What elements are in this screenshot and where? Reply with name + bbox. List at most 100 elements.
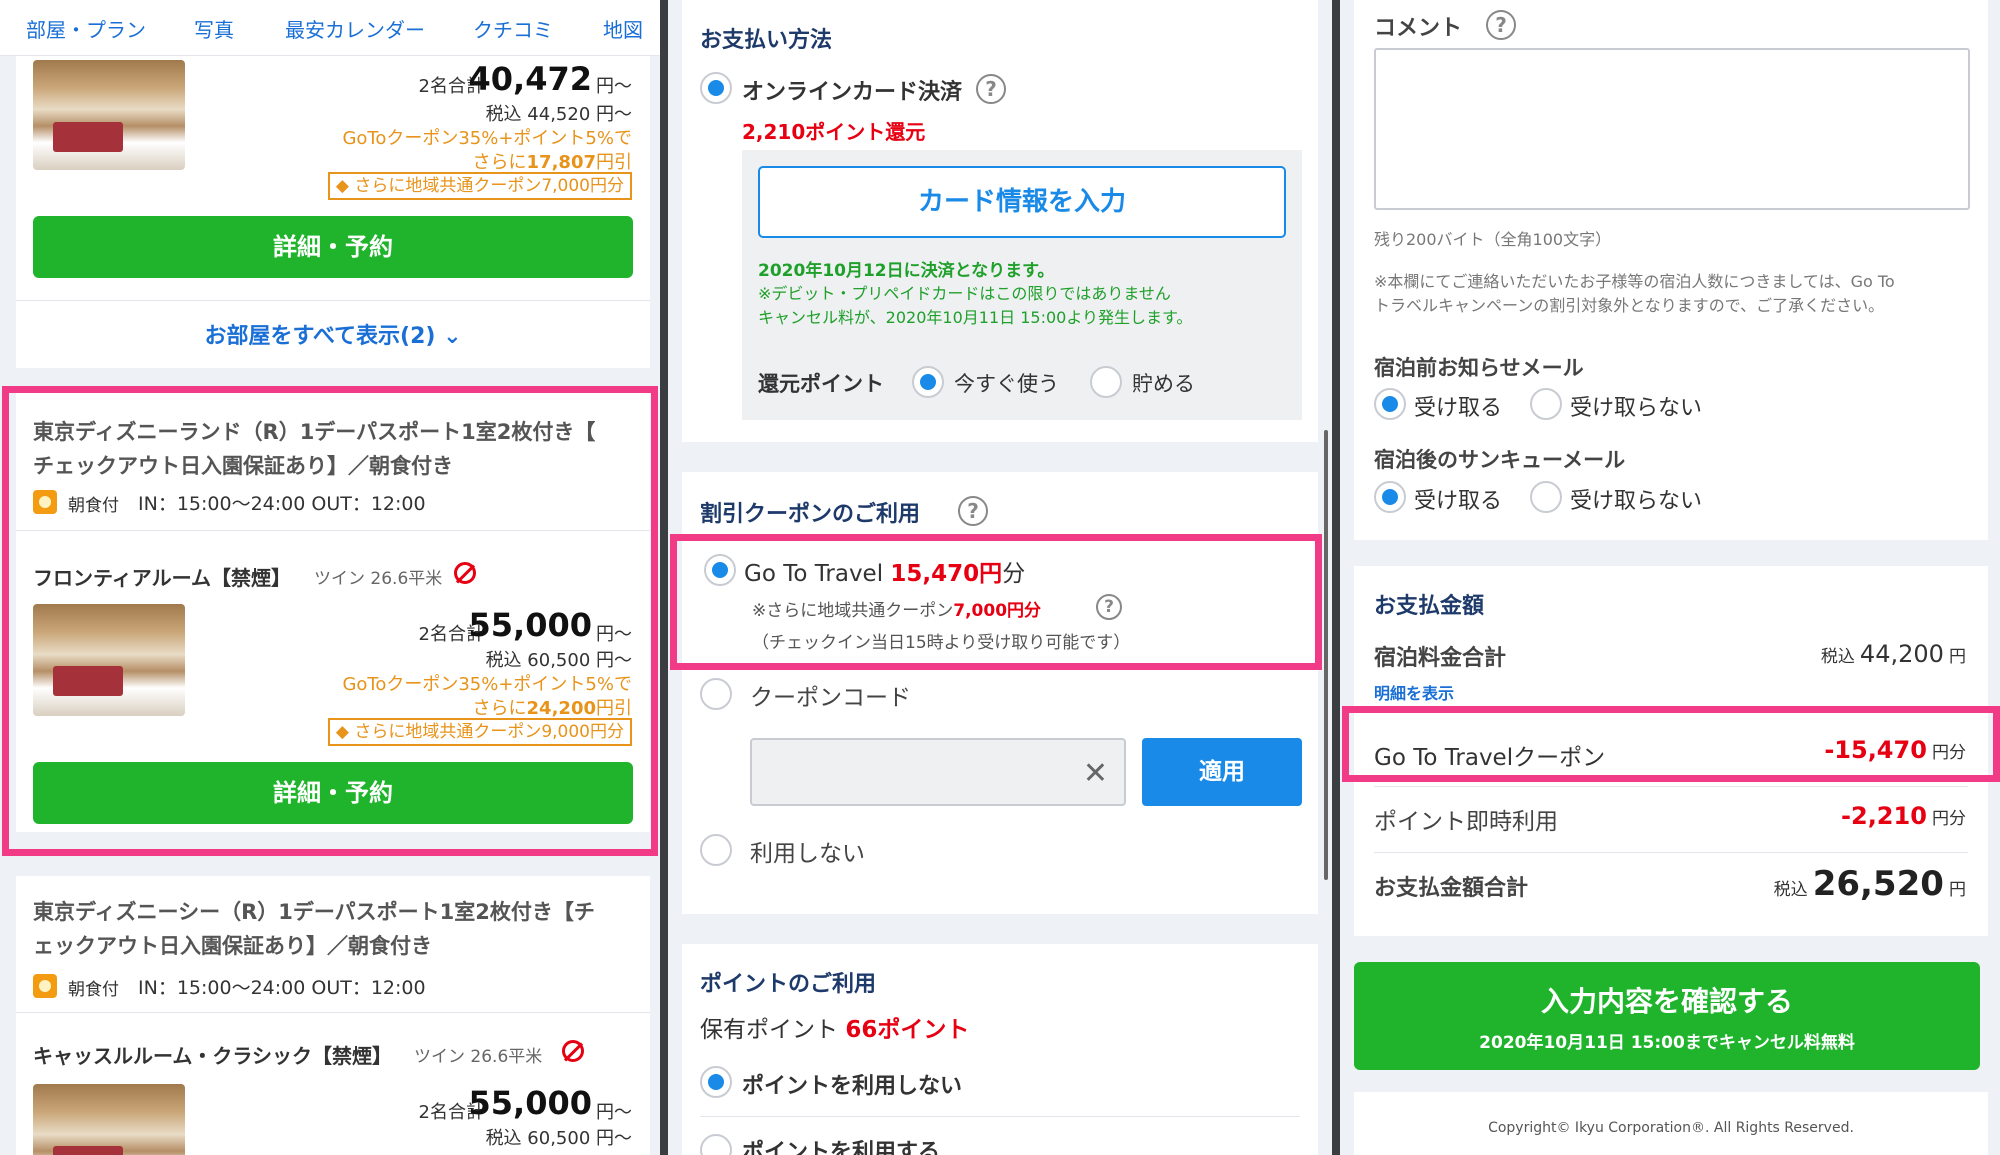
room-photo [33,1084,185,1155]
save-label[interactable]: 貯める [1132,368,1195,398]
room-photo [33,60,185,170]
plan-title-line1[interactable]: 東京ディズニーシー（R）1デーパスポート1室2枚付き【チ [33,896,595,926]
notice-line2: トラベルキャンペーンの割引対象外となりますので、ご了承ください。 [1374,296,1885,315]
confirm-button-label: 入力内容を確認する [1540,985,1793,1018]
show-all-rooms-link[interactable]: お部屋をすべて表示(2) ⌄ [16,318,650,350]
apply-button[interactable]: 適用 [1142,738,1302,806]
pre-mail-receive-radio[interactable] [1374,388,1406,420]
left-panel: 部屋・プラン 写真 最安カレンダー クチコミ 地図 2名合計 40,472 円～… [0,0,660,1155]
points-return: 2,210ポイント還元 [742,120,926,144]
show-details-link[interactable]: 明細を表示 [1374,680,1454,704]
debit-note: ※デビット・プリペイドカードはこの限りではありません [758,284,1171,303]
plan-card-1: 2名合計 40,472 円～ 税込 44,520 円～ GoToクーポン35%+… [16,56,650,368]
save-radio[interactable] [1090,366,1122,398]
post-stay-mail-label: 宿泊後のサンキューメール [1374,448,1626,472]
post-mail-receive-radio[interactable] [1374,481,1406,513]
post-mail-decline-label[interactable]: 受け取らない [1570,483,1702,515]
points-heading: ポイントのご利用 [700,972,877,997]
card-info-button[interactable]: カード情報を入力 [758,166,1286,238]
no-coupon-label[interactable]: 利用しない [750,834,865,868]
amount-heading: お支払金額 [1374,594,1485,619]
nav-tab-calendar[interactable]: 最安カレンダー [285,14,425,43]
room-meta: ツイン 26.6平米 [414,1047,543,1067]
regional-coupon-badge: ◆ さらに地域共通クーポン7,000円分 [327,172,632,200]
help-icon[interactable]: ? [1486,10,1516,40]
grand-total-label: お支払金額合計 [1374,876,1529,901]
no-points-radio[interactable] [700,1066,732,1098]
notice-line1: ※本欄にてご連絡いただいたお子様等の宿泊人数につきましては、Go To [1374,272,1895,291]
confirm-button-sub: 2020年10月11日 15:00までキャンセル料無料 [1479,1033,1855,1053]
nav-tab-reviews[interactable]: クチコミ [473,14,553,43]
remaining-count: 残り200バイト（全角100文字） [1374,230,1612,249]
divider [16,1012,650,1013]
divider [1374,786,1968,787]
goto-discount-line: GoToクーポン35%+ポイント5%で [342,128,632,149]
meal-label: 朝食付 [68,980,119,1000]
post-mail-receive-label[interactable]: 受け取る [1414,483,1502,515]
post-mail-decline-radio[interactable] [1530,481,1562,513]
copyright: Copyright© Ikyu Corporation®. All Rights… [1488,1120,1854,1136]
pre-mail-decline-radio[interactable] [1530,388,1562,420]
use-points-label[interactable]: ポイントを利用する [742,1134,940,1155]
use-now-label[interactable]: 今すぐ使う [954,368,1059,398]
divider [16,300,650,301]
nav-tab-rooms[interactable]: 部屋・プラン [26,14,146,43]
stay-total-value: 税込 44,200 円 [1820,640,1966,668]
highlight-box [2,386,658,856]
use-now-radio[interactable] [912,366,944,398]
chevron-down-icon: ⌄ [443,324,462,349]
stay-total-label: 宿泊料金合計 [1374,646,1507,671]
highlight-box [670,534,1322,670]
help-icon[interactable]: ? [976,74,1006,104]
taxed-price: 税込 44,520 円～ [485,104,632,125]
plan-title-line2[interactable]: ェックアウト日入園保証あり】／朝食付き [33,930,432,960]
owned-points: 保有ポイント 66ポイント [700,1017,970,1043]
price: 55,000 [468,1084,592,1122]
grand-total-value: 税込 26,520 円 [1773,864,1966,904]
point-use-label: ポイント即時利用 [1374,809,1558,835]
right-panel: コメント ? 残り200バイト（全角100文字） ※本欄にてご連絡いただいたお子… [1340,0,2000,1155]
middle-panel: お支払い方法 オンラインカード決済 ? 2,210ポイント還元 カード情報を入力… [668,0,1332,1155]
clear-icon[interactable]: ✕ [1083,756,1108,791]
online-card-radio[interactable] [700,72,732,104]
pre-stay-mail-label: 宿泊前お知らせメール [1374,356,1584,380]
confirm-input-button[interactable]: 入力内容を確認する 2020年10月11日 15:00までキャンセル料無料 [1354,962,1980,1070]
nav-tab-photos[interactable]: 写真 [194,14,234,43]
use-points-radio[interactable] [700,1134,732,1155]
help-icon[interactable]: ? [958,496,988,526]
coupon-code-radio[interactable] [700,678,732,710]
detail-reserve-button[interactable]: 詳細・予約 [33,216,633,278]
tag-icon: ◆ [335,176,355,196]
points-section: ポイントのご利用 保有ポイント 66ポイント ポイントを利用しない ポイントを利… [682,944,1318,1155]
pre-mail-decline-label[interactable]: 受け取らない [1570,390,1702,422]
comment-label: コメント [1374,16,1463,41]
no-smoking-icon [562,1040,584,1062]
cancel-note: キャンセル料が、2020年10月11日 15:00より発生します。 [758,308,1193,327]
payment-section: お支払い方法 オンラインカード決済 ? 2,210ポイント還元 カード情報を入力… [682,0,1318,442]
return-points-label: 還元ポイント [758,372,884,396]
no-points-label[interactable]: ポイントを利用しない [742,1068,962,1100]
top-nav: 部屋・プラン 写真 最安カレンダー クチコミ 地図 [0,0,660,56]
price: 40,472 [468,60,592,98]
breakfast-icon [33,974,57,998]
divider [1374,852,1968,853]
comment-section: コメント ? 残り200バイト（全角100文字） ※本欄にてご連絡いただいたお子… [1354,0,1988,540]
footer: Copyright© Ikyu Corporation®. All Rights… [1354,1092,1988,1155]
taxed-price: 税込 60,500 円～ [485,1128,632,1149]
online-card-label[interactable]: オンラインカード決済 [742,74,962,106]
payment-heading: お支払い方法 [700,28,833,53]
highlight-box [1342,706,2000,782]
no-coupon-radio[interactable] [700,834,732,866]
settle-date: 2020年10月12日に決済となります。 [758,261,1055,281]
card-box: カード情報を入力 2020年10月12日に決済となります。 ※デビット・プリペイ… [742,150,1302,420]
scrollbar[interactable] [1324,430,1328,880]
comment-textarea[interactable] [1374,48,1970,210]
room-name: キャッスルルーム・クラシック【禁煙】 [33,1044,392,1068]
price-unit: 円～ [596,1102,632,1123]
pre-mail-receive-label[interactable]: 受け取る [1414,390,1502,422]
nav-tab-map[interactable]: 地図 [603,14,643,43]
plan-card-3: 東京ディズニーシー（R）1デーパスポート1室2枚付き【チ ェックアウト日入園保証… [16,876,650,1155]
coupon-code-label[interactable]: クーポンコード [750,678,911,712]
coupon-code-input[interactable]: ✕ [750,738,1126,806]
price-unit: 円～ [596,76,632,97]
